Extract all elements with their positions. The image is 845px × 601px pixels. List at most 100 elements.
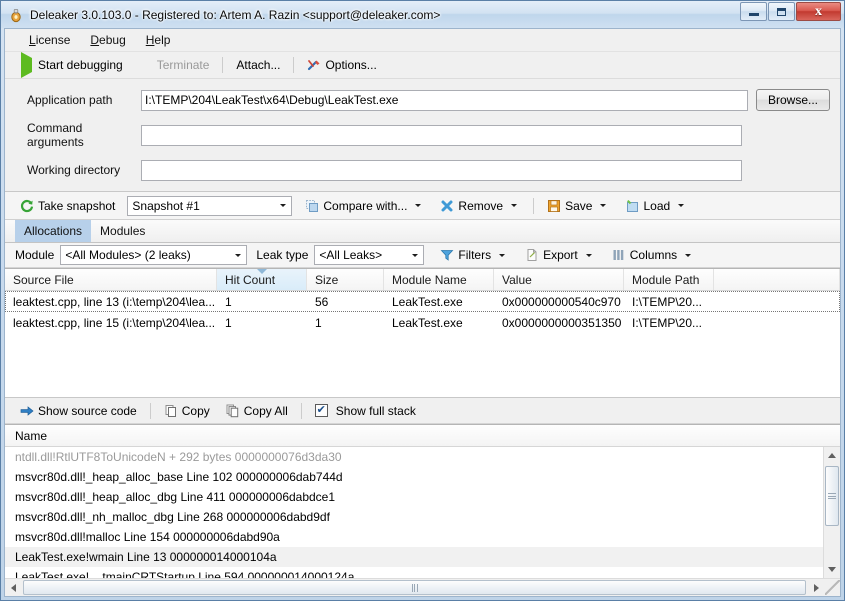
column-header-source-file-label: Source File xyxy=(13,273,74,287)
load-button[interactable]: Load xyxy=(618,196,694,216)
command-arguments-label: Command arguments xyxy=(27,121,141,149)
copy-all-button[interactable]: Copy All xyxy=(219,401,295,421)
play-icon xyxy=(20,58,34,72)
table-row[interactable]: leaktest.cpp, line 15 (i:\temp\204\lea..… xyxy=(5,312,840,333)
horizontal-scroll-track[interactable] xyxy=(21,579,808,596)
cell-module-path: I:\TEMP\20... xyxy=(624,295,714,309)
chevron-down-icon[interactable] xyxy=(511,204,517,207)
copy-button[interactable]: Copy xyxy=(157,401,217,421)
list-item[interactable]: LeakTest.exe!__tmainCRTStartup Line 594 … xyxy=(5,567,840,578)
allocations-grid: Source File Hit Count Size Module Name V… xyxy=(5,268,840,398)
compare-with-label: Compare with... xyxy=(323,199,407,213)
save-button[interactable]: Save xyxy=(540,196,616,216)
module-filter-value: <All Modules> (2 leaks) xyxy=(65,248,231,262)
arrow-right-icon xyxy=(20,404,34,418)
start-debugging-button[interactable]: Start debugging xyxy=(13,55,130,75)
application-path-label: Application path xyxy=(27,93,141,107)
menu-item-help[interactable]: Help xyxy=(136,30,181,50)
export-button[interactable]: Export xyxy=(518,245,602,265)
column-header-module-path[interactable]: Module Path xyxy=(624,269,714,290)
close-button[interactable]: x xyxy=(796,2,841,21)
chevron-down-icon[interactable] xyxy=(586,254,592,257)
list-item[interactable]: ntdll.dll!RtlUTF8ToUnicodeN + 292 bytes … xyxy=(5,447,840,467)
checkbox-icon[interactable]: ✔ xyxy=(315,404,328,417)
leak-type-select[interactable]: <All Leaks> xyxy=(314,245,424,265)
cell-value: 0x0000000000351350 xyxy=(494,316,624,330)
cell-module-path: I:\TEMP\20... xyxy=(624,316,714,330)
tab-modules[interactable]: Modules xyxy=(91,220,154,242)
menu-debug-rest: ebug xyxy=(99,33,126,47)
attach-button[interactable]: Attach... xyxy=(229,55,287,75)
title-bar: Deleaker 3.0.103.0 - Registered to: Arte… xyxy=(1,1,844,28)
command-arguments-row: Command arguments xyxy=(5,124,840,146)
chevron-down-icon[interactable] xyxy=(499,254,505,257)
snapshot-select[interactable]: Snapshot #1 xyxy=(127,196,292,216)
chevron-down-icon[interactable] xyxy=(600,204,606,207)
stack-column-header-name-label: Name xyxy=(15,429,47,443)
application-path-input[interactable] xyxy=(141,90,748,111)
table-row[interactable]: leaktest.cpp, line 13 (i:\temp\204\lea..… xyxy=(5,291,840,312)
cell-module-name: LeakTest.exe xyxy=(384,295,494,309)
cell-module-name: LeakTest.exe xyxy=(384,316,494,330)
chevron-down-icon[interactable] xyxy=(415,204,421,207)
show-full-stack-toggle[interactable]: ✔ Show full stack xyxy=(308,401,423,421)
chevron-down-icon[interactable] xyxy=(678,204,684,207)
scroll-down-button[interactable] xyxy=(824,561,840,578)
folder-load-icon xyxy=(625,199,639,213)
filters-label: Filters xyxy=(458,248,491,262)
toolbar-separator xyxy=(222,57,223,73)
command-arguments-input[interactable] xyxy=(141,125,742,146)
working-directory-input[interactable] xyxy=(141,160,742,181)
columns-button[interactable]: Columns xyxy=(605,245,701,265)
vertical-scroll-track[interactable] xyxy=(824,464,840,561)
menu-item-license[interactable]: License xyxy=(19,30,80,50)
chevron-down-icon[interactable] xyxy=(685,254,691,257)
resize-grip[interactable] xyxy=(825,580,840,595)
vertical-scrollbar[interactable] xyxy=(823,447,840,578)
horizontal-scroll-thumb[interactable] xyxy=(23,580,806,595)
show-source-code-button[interactable]: Show source code xyxy=(13,401,144,421)
column-header-value[interactable]: Value xyxy=(494,269,624,290)
triangle-right-icon xyxy=(814,584,819,592)
menu-item-debug[interactable]: Debug xyxy=(80,30,135,50)
remove-button[interactable]: Remove xyxy=(433,196,527,216)
vertical-scroll-thumb[interactable] xyxy=(825,466,839,526)
list-item[interactable]: LeakTest.exe!wmain Line 13 0000000140001… xyxy=(5,547,840,567)
column-header-source-file[interactable]: Source File xyxy=(5,269,217,290)
tab-allocations[interactable]: Allocations xyxy=(15,220,91,242)
list-item[interactable]: msvcr80d.dll!_heap_alloc_dbg Line 411 00… xyxy=(5,487,840,507)
module-filter-select[interactable]: <All Modules> (2 leaks) xyxy=(60,245,247,265)
scroll-right-button[interactable] xyxy=(808,579,824,596)
maximize-button[interactable] xyxy=(768,2,795,21)
show-source-code-label: Show source code xyxy=(38,404,137,418)
column-header-size[interactable]: Size xyxy=(307,269,384,290)
toolbar-separator xyxy=(533,198,534,214)
horizontal-scrollbar[interactable] xyxy=(5,578,840,596)
tab-allocations-label: Allocations xyxy=(24,224,82,238)
tab-modules-label: Modules xyxy=(100,224,145,238)
compare-with-button[interactable]: Compare with... xyxy=(298,196,431,216)
minimize-button[interactable] xyxy=(740,2,767,21)
copy-icon xyxy=(164,404,178,418)
scroll-left-button[interactable] xyxy=(5,579,21,596)
list-item[interactable]: msvcr80d.dll!_nh_malloc_dbg Line 268 000… xyxy=(5,507,840,527)
column-header-hit-count[interactable]: Hit Count xyxy=(217,269,307,290)
options-button[interactable]: Options... xyxy=(300,55,383,75)
column-header-module-name[interactable]: Module Name xyxy=(384,269,494,290)
menu-bar: License Debug Help xyxy=(5,29,840,52)
grid-empty-space xyxy=(5,333,840,397)
take-snapshot-button[interactable]: Take snapshot xyxy=(13,196,122,216)
list-item[interactable]: msvcr80d.dll!malloc Line 154 000000006da… xyxy=(5,527,840,547)
stack-column-header-name[interactable]: Name xyxy=(5,425,840,447)
cell-hit-count: 1 xyxy=(217,316,307,330)
chevron-down-icon xyxy=(235,254,241,257)
scroll-up-button[interactable] xyxy=(824,447,840,464)
options-label: Options... xyxy=(325,58,376,72)
export-page-icon xyxy=(525,248,539,262)
list-item[interactable]: msvcr80d.dll!_heap_alloc_base Line 102 0… xyxy=(5,467,840,487)
call-stack-list[interactable]: ntdll.dll!RtlUTF8ToUnicodeN + 292 bytes … xyxy=(5,447,840,578)
stop-icon xyxy=(139,58,153,72)
browse-button[interactable]: Browse... xyxy=(756,89,830,111)
filters-button[interactable]: Filters xyxy=(433,245,515,265)
launch-settings-form: Application path Browse... Command argum… xyxy=(5,79,840,192)
